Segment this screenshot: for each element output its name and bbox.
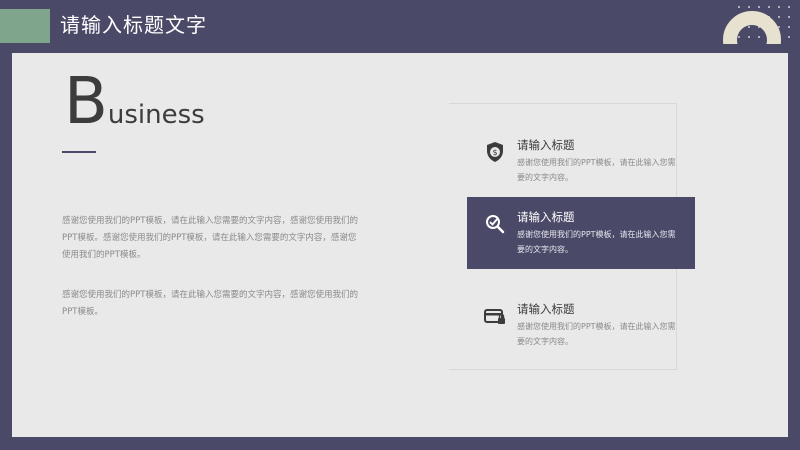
svg-text:$: $	[492, 148, 497, 157]
decor-dot	[738, 6, 740, 8]
feature-item-desc: 感谢您使用我们的PPT模板，请在此输入您需要的文字内容。	[517, 322, 676, 346]
decor-dot	[788, 16, 790, 18]
decor-dot	[778, 16, 780, 18]
feature-item-title: 请输入标题	[517, 138, 575, 152]
page-title: 请输入标题文字	[60, 13, 207, 37]
heading-underline	[62, 151, 96, 153]
feature-item-desc: 感谢您使用我们的PPT模板，请在此输入您需要的文字内容。	[517, 230, 676, 254]
decor-dot	[758, 6, 760, 8]
decor-dot	[768, 6, 770, 8]
paragraph-1: 感谢您使用我们的PPT模板，请在此输入您需要的文字内容，感谢您使用我们的PPT模…	[62, 216, 358, 260]
feature-item-2[interactable]: 请输入标题 感谢您使用我们的PPT模板，请在此输入您需要的文字内容。	[467, 197, 695, 269]
decor-dot	[778, 6, 780, 8]
header-bar: 请输入标题文字	[0, 0, 800, 52]
business-big-letter: B	[64, 65, 108, 139]
shield-dollar-icon: $	[487, 142, 503, 162]
decor-dot	[788, 36, 790, 38]
feature-item-desc: 感谢您使用我们的PPT模板，请在此输入您需要的文字内容。	[517, 158, 676, 182]
accent-block	[0, 9, 50, 43]
magnifier-check-icon	[486, 215, 505, 234]
card-lock-icon	[484, 309, 505, 324]
decor-dot	[748, 6, 750, 8]
business-heading: Business	[64, 70, 205, 134]
paragraph-2: 感谢您使用我们的PPT模板，请在此输入您需要的文字内容，感谢您使用我们的PPT模…	[62, 290, 358, 317]
decor-dot	[788, 6, 790, 8]
feature-item-title: 请输入标题	[517, 210, 575, 224]
business-rest: usiness	[107, 100, 205, 130]
feature-item-1[interactable]: $ 请输入标题 感谢您使用我们的PPT模板，请在此输入您需要的文字内容。	[467, 125, 695, 197]
feature-item-title: 请输入标题	[517, 302, 575, 316]
decor-dot	[788, 26, 790, 28]
feature-item-3[interactable]: 请输入标题 感谢您使用我们的PPT模板，请在此输入您需要的文字内容。	[467, 289, 695, 361]
